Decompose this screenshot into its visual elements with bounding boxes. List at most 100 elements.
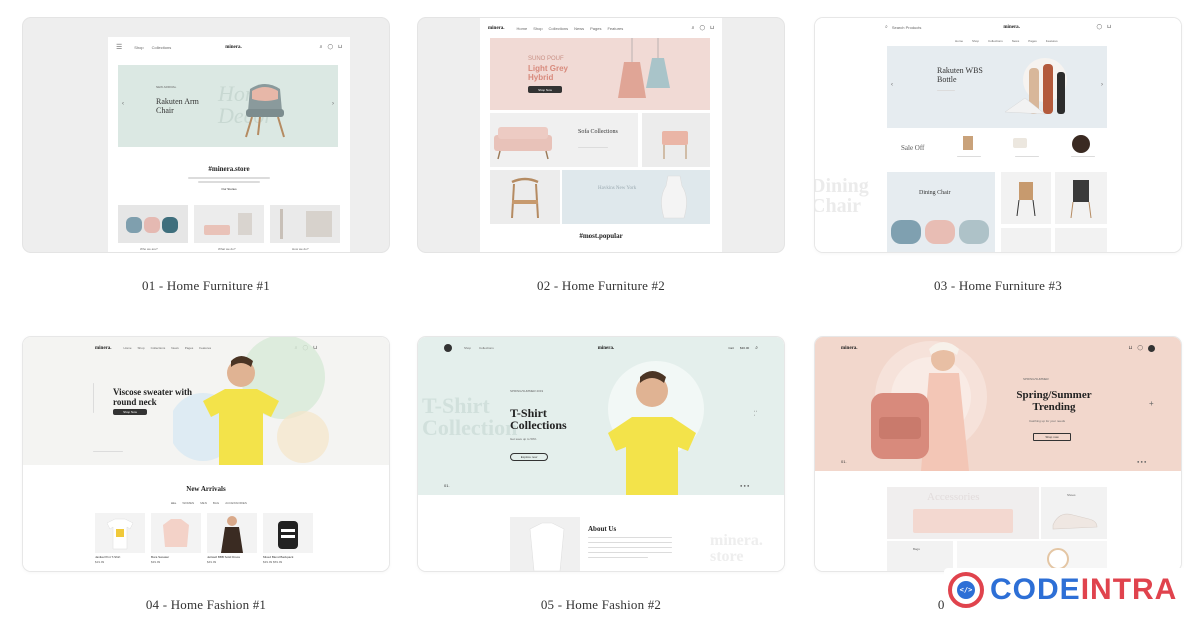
cart-icon[interactable]: ⊔ <box>338 44 342 50</box>
product-price: $39.99 <box>151 560 161 564</box>
watermark-code: CODE <box>990 573 1081 606</box>
vertical-pager-icon[interactable]: • • • <box>754 409 758 417</box>
product-card[interactable] <box>151 513 201 553</box>
tile-how[interactable] <box>270 205 340 243</box>
template-card-03[interactable]: ⌕ Search Products minera. ◯ ⊔ Home Shop … <box>815 18 1181 252</box>
template-caption[interactable]: 05 - Home Fashion #2 <box>418 597 784 613</box>
nav-link[interactable]: Shop <box>533 26 542 31</box>
shop-now-button[interactable]: Shop Now <box>113 409 147 415</box>
slider-dots[interactable]: ● ● ● <box>740 483 749 488</box>
nav-link[interactable]: Pages <box>1028 39 1037 43</box>
filter-tab[interactable]: BAG <box>213 501 219 505</box>
dining-chair-tile[interactable]: Dining Chair <box>887 172 995 252</box>
shop-now-button[interactable]: Shop Now <box>528 86 562 93</box>
product-name[interactable]: Bora Sweater <box>151 555 169 559</box>
nav-link[interactable]: Shop <box>972 39 979 43</box>
product-tile[interactable] <box>1001 228 1051 252</box>
product-name[interactable]: Jettwell BBB Solid Dress <box>207 555 240 559</box>
nav-link[interactable]: Home <box>124 346 132 350</box>
explore-now-button[interactable]: Explore now <box>510 453 548 461</box>
template-caption[interactable]: 04 - Home Fashion #1 <box>23 597 389 613</box>
user-icon[interactable]: ◯ <box>1096 24 1102 30</box>
search-icon[interactable]: ⌕ <box>320 44 323 50</box>
section-title: New Arrivals <box>186 485 226 493</box>
filter-tab[interactable]: WOMEN <box>182 501 194 505</box>
template-card-05[interactable]: Shop Collections minera. Cart $30.00 ⌕ T… <box>418 337 784 571</box>
user-icon[interactable]: ◯ <box>1137 345 1143 351</box>
next-arrow-icon[interactable]: › <box>332 101 334 107</box>
plus-icon[interactable]: + <box>1149 399 1154 408</box>
product-name[interactable]: Janika Print T-Shirt <box>95 555 120 559</box>
cart-icon[interactable]: ⊔ <box>1128 345 1132 351</box>
product-name[interactable]: Mixed Blend Backpack <box>263 555 293 559</box>
vase-tile[interactable]: Havkins New York <box>562 170 710 224</box>
cart-label[interactable]: Cart <box>728 346 734 350</box>
filter-tab[interactable]: ALL <box>171 501 176 505</box>
slider-dots[interactable]: ● ● ● <box>1137 459 1146 464</box>
nav-link[interactable]: Collections <box>988 39 1003 43</box>
filter-tab[interactable]: ACCESSORIES <box>225 501 247 505</box>
product-tile[interactable] <box>1055 228 1107 252</box>
chair-tile[interactable] <box>490 170 560 224</box>
vase-image <box>661 175 687 219</box>
nav-link[interactable]: Home <box>517 26 528 31</box>
side-table-tile[interactable] <box>642 113 710 167</box>
hamburger-icon[interactable]: ☰ <box>116 43 122 51</box>
nav-link[interactable]: News <box>574 26 584 31</box>
accessories-tile[interactable]: Accessories <box>887 487 1039 539</box>
watch-tile[interactable] <box>957 541 1107 571</box>
nav-link[interactable]: Shop <box>134 45 143 50</box>
menu-dot-icon[interactable] <box>444 344 452 352</box>
product-tile[interactable] <box>1001 172 1051 224</box>
nav-link[interactable]: Collections <box>152 45 172 50</box>
template-card-04[interactable]: minera. Home Shop Collections News Pages… <box>23 337 389 571</box>
chairs-image <box>126 217 178 233</box>
template-caption[interactable]: 03 - Home Furniture #3 <box>815 278 1181 294</box>
template-caption[interactable]: 01 - Home Furniture #1 <box>23 278 389 294</box>
nav-link[interactable]: Collections <box>549 26 569 31</box>
product-price: $39.99 $59.99 <box>263 560 283 564</box>
story-link[interactable]: Our Stories <box>108 187 350 191</box>
filter-tab[interactable]: MEN <box>200 501 207 505</box>
user-icon[interactable]: ◯ <box>699 25 705 31</box>
product-card[interactable] <box>95 513 145 553</box>
user-icon[interactable]: ◯ <box>327 44 333 50</box>
sofa-tile[interactable]: Sofa Collections <box>490 113 638 167</box>
nav-link[interactable]: News <box>1012 39 1020 43</box>
nav-link[interactable]: Shop <box>138 346 145 350</box>
cart-icon[interactable]: ⊔ <box>710 25 714 31</box>
codeintra-logo: </> <box>948 572 984 608</box>
template-card-01[interactable]: ☰ Shop Collections minera. ⌕ ◯ ⊔ NEW ARR… <box>23 18 389 252</box>
product-card[interactable] <box>207 513 257 553</box>
cart-icon[interactable]: ⊔ <box>1107 24 1111 30</box>
search-input[interactable]: Search Products <box>892 25 922 30</box>
tile-what[interactable] <box>194 205 264 243</box>
next-arrow-icon[interactable]: › <box>1101 82 1103 88</box>
search-icon[interactable]: ⌕ <box>755 345 758 351</box>
slide-number: 01. <box>841 459 847 464</box>
nav-link[interactable]: Collections <box>151 346 166 350</box>
template-caption[interactable]: 02 - Home Furniture #2 <box>418 278 784 294</box>
prev-arrow-icon[interactable]: ‹ <box>891 82 893 88</box>
nav-link[interactable]: Pages <box>590 26 601 31</box>
tile-who[interactable] <box>118 205 188 243</box>
search-icon[interactable]: ⌕ <box>692 25 695 31</box>
product-tile[interactable] <box>1055 172 1107 224</box>
hero-kicker: SPRING/SUMMER 2019 <box>510 389 544 393</box>
nav-link[interactable]: Home <box>955 39 963 43</box>
nav-link[interactable]: Features <box>1046 39 1058 43</box>
nav-link[interactable]: Features <box>607 26 623 31</box>
shop-now-button[interactable]: Shop now <box>1033 433 1071 441</box>
menu-dot-icon[interactable] <box>1148 344 1155 352</box>
prev-arrow-icon[interactable]: ‹ <box>122 101 124 107</box>
template-card-06[interactable]: minera. ⊔ ◯ SPRING/SUMMER Spring/Summer … <box>815 337 1181 571</box>
graphic-tshirt-image <box>106 518 134 550</box>
shoes-tile[interactable]: Shoes <box>1041 487 1107 539</box>
hero-title: Spring/Summer Trending <box>1016 389 1092 413</box>
nav-link[interactable]: Collections <box>479 346 494 350</box>
search-icon[interactable]: ⌕ <box>885 24 888 30</box>
nav-link[interactable]: Shop <box>464 346 471 350</box>
template-card-02[interactable]: minera. Home Shop Collections News Pages… <box>418 18 784 252</box>
product-card[interactable] <box>263 513 313 553</box>
bags-tile[interactable]: Bags <box>887 541 953 571</box>
